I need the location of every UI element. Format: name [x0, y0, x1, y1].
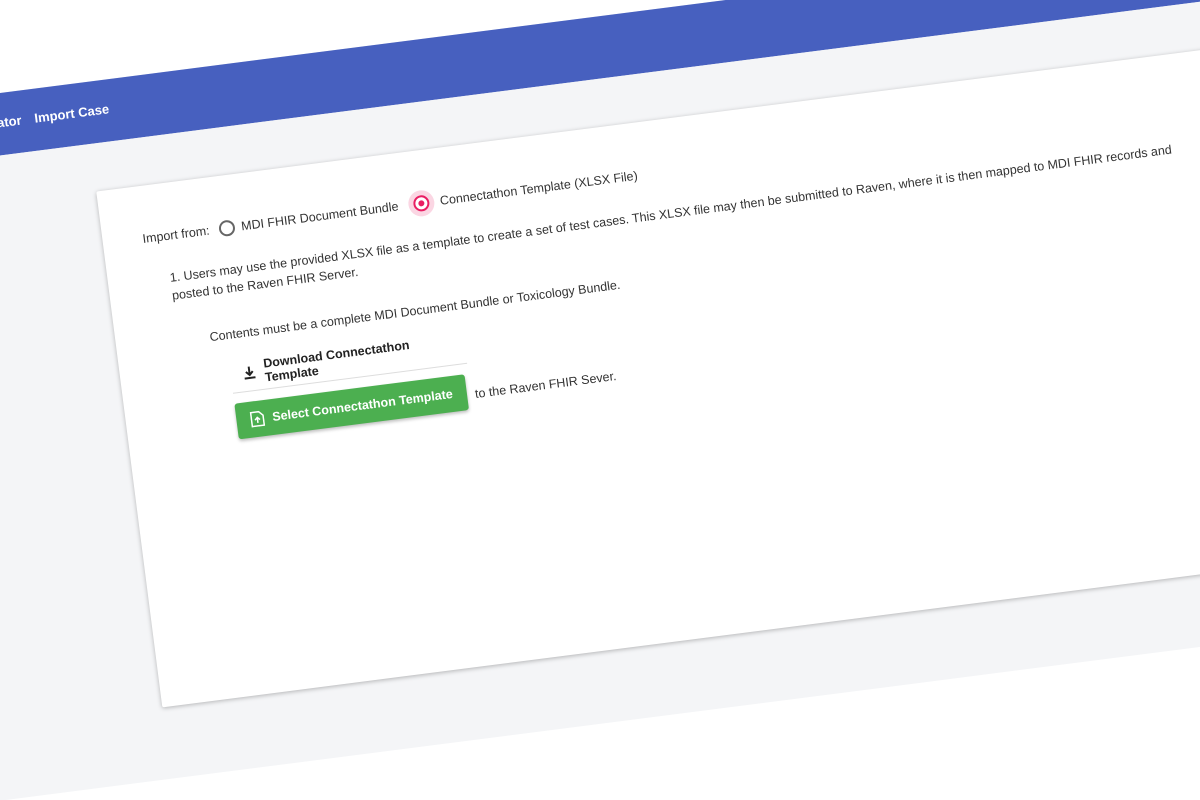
- radio-unchecked-icon: [218, 219, 237, 238]
- nav-link-validator[interactable]: Validator: [0, 113, 22, 135]
- radio-label-mdi-fhir-bundle: MDI FHIR Document Bundle: [240, 199, 400, 234]
- import-card: Import from: MDI FHIR Document Bundle Co…: [96, 41, 1200, 708]
- download-template-label: Download Connectathon Template: [262, 337, 411, 385]
- nav-link-import-case[interactable]: Import Case: [33, 101, 109, 125]
- download-icon: [244, 366, 256, 380]
- radio-connectathon-template[interactable]: Connectathon Template (XLSX File): [406, 163, 640, 218]
- file-upload-icon: [249, 410, 266, 428]
- radio-label-connectathon-template: Connectathon Template (XLSX File): [439, 168, 639, 208]
- select-template-label: Select Connectathon Template: [271, 386, 454, 424]
- import-from-label: Import from:: [141, 223, 211, 246]
- radio-checked-icon: [412, 194, 431, 213]
- radio-mdi-fhir-bundle[interactable]: MDI FHIR Document Bundle: [218, 198, 400, 238]
- radio-focus-halo: [406, 188, 436, 218]
- app-stage: Validator Import Case Import from: MDI F…: [0, 0, 1200, 800]
- submit-note: to the Raven FHIR Sever.: [474, 369, 618, 401]
